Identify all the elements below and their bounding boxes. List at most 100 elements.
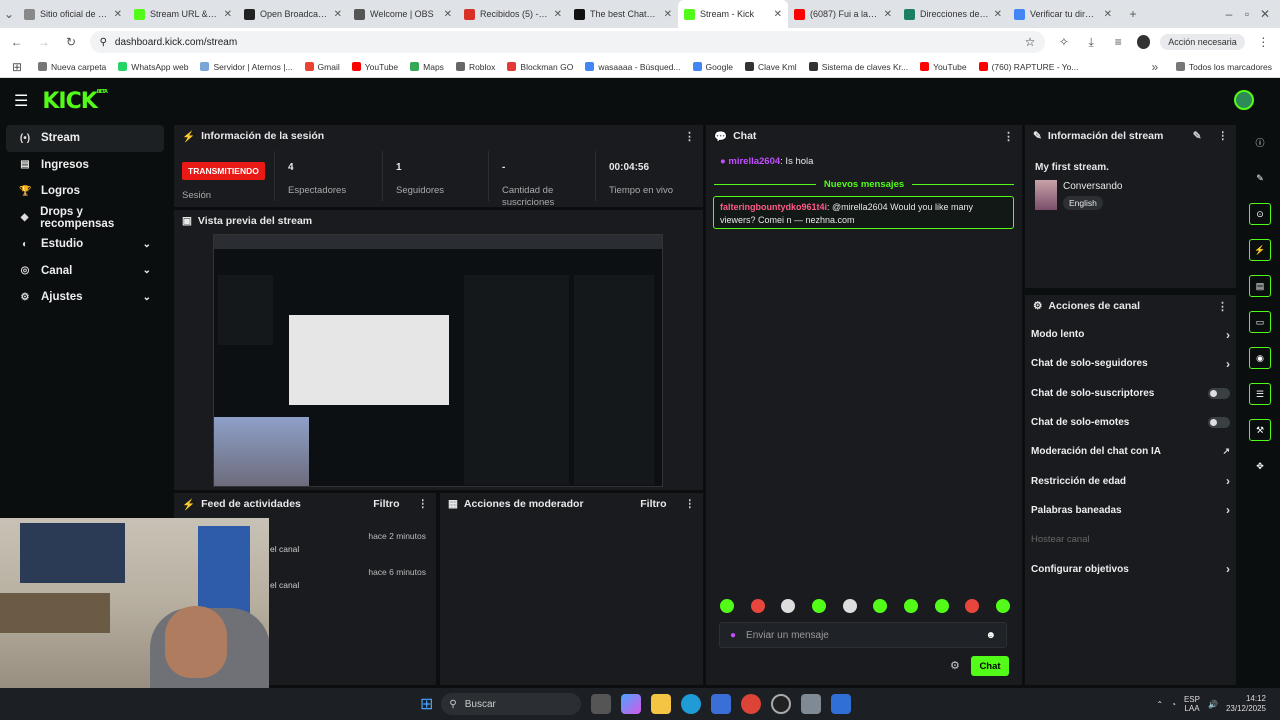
menu-icon[interactable]: ⋮ [1255, 35, 1272, 49]
more-options-icon[interactable]: ⋮ [685, 498, 696, 510]
channel-action-row[interactable]: Chat de solo-suscriptores [1025, 379, 1236, 408]
bookmark-item[interactable]: Maps [410, 62, 444, 72]
puzzle-icon[interactable]: ✥ [1249, 455, 1271, 477]
chat-icon[interactable]: ▭ [1249, 311, 1271, 333]
more-options-icon[interactable]: ⋮ [418, 498, 429, 510]
sidebar-item-logros[interactable]: 🏆 Logros [6, 178, 164, 205]
emote-icon[interactable] [842, 599, 857, 613]
stack-icon[interactable]: ☰ [1249, 383, 1271, 405]
bookmark-item[interactable]: YouTube [351, 62, 398, 72]
browser-tab[interactable]: The best ChatBot ✕ [568, 0, 678, 28]
bookmark-item[interactable]: Clave Kml [744, 62, 797, 72]
clipboard-icon[interactable]: ▤ [1249, 275, 1271, 297]
emote-icon[interactable] [965, 599, 980, 613]
sidebar-item-stream[interactable]: (•) Stream [6, 125, 164, 152]
tray-chevron-icon[interactable]: ⌃ [1156, 700, 1163, 709]
maximize-icon[interactable]: ▫ [1238, 7, 1256, 21]
chrome-icon[interactable] [741, 694, 762, 714]
category-name[interactable]: Conversando [1063, 181, 1122, 192]
info-icon[interactable]: ⓘ [1249, 131, 1271, 153]
toggle-switch[interactable] [1208, 387, 1230, 399]
more-options-icon[interactable]: ⋮ [1003, 130, 1014, 143]
stream-preview-video[interactable] [213, 234, 663, 487]
send-chat-button[interactable]: Chat [971, 656, 1009, 676]
clock[interactable]: 14:12 23/12/2025 [1226, 694, 1266, 714]
close-tab-icon[interactable]: ✕ [884, 9, 892, 20]
browser-tab[interactable]: Sitio oficial de Pla ✕ [18, 0, 128, 28]
action-required-button[interactable]: Acción necesaria [1160, 34, 1245, 50]
channel-action-row[interactable]: Chat de solo-seguidores › [1025, 349, 1236, 378]
emote-icon[interactable] [750, 599, 765, 613]
browser-tab[interactable]: Verificar tu direcc ✕ [1008, 0, 1118, 28]
browser-tab[interactable]: Welcome | OBS ✕ [348, 0, 458, 28]
volume-icon[interactable]: 🔊 [1208, 700, 1218, 709]
emote-icon[interactable] [720, 599, 734, 613]
browser-tab[interactable]: Stream - Kick ✕ [678, 0, 788, 28]
close-tab-icon[interactable]: ✕ [114, 9, 122, 20]
close-tab-icon[interactable]: ✕ [1104, 9, 1112, 20]
new-tab-icon[interactable]: + [1124, 7, 1142, 21]
browser-tab[interactable]: (6087) Fui a la Ci ✕ [788, 0, 898, 28]
bookmark-item[interactable]: wasaaaa - Búsqued... [585, 62, 681, 72]
bookmark-item[interactable]: Nueva carpeta [38, 62, 106, 72]
back-icon[interactable]: ← [8, 35, 25, 49]
sidebar-item-ajustes[interactable]: ⚙ Ajustes ⌄ [6, 284, 164, 311]
more-options-icon[interactable]: ⋮ [1217, 300, 1228, 313]
bookmark-item[interactable]: WhatsApp web [118, 62, 188, 72]
channel-action-row[interactable]: Restricción de edad › [1025, 466, 1236, 495]
filter-button[interactable]: Filtro [640, 498, 666, 510]
edit-icon[interactable]: ✎ [1249, 167, 1271, 189]
task-view-icon[interactable] [591, 694, 612, 714]
broadcast-icon[interactable]: ◉ [1249, 347, 1271, 369]
emote-icon[interactable] [873, 599, 888, 613]
emote-icon[interactable] [903, 599, 918, 613]
user-avatar[interactable] [1234, 90, 1254, 110]
copilot-icon[interactable] [621, 694, 642, 714]
file-explorer-icon[interactable] [651, 694, 672, 714]
bookmark-item[interactable]: Google [692, 62, 733, 72]
close-tab-icon[interactable]: ✕ [444, 9, 452, 20]
language-indicator[interactable]: ESP LAA [1184, 695, 1200, 713]
channel-action-row[interactable]: Chat de solo-emotes [1025, 408, 1236, 437]
clip-icon[interactable]: ⊙ [1249, 203, 1271, 225]
channel-action-row[interactable]: Modo lento › [1025, 320, 1236, 349]
bookmark-item[interactable]: Gmail [304, 62, 340, 72]
bookmark-item[interactable]: Servidor | Aternos |... [200, 62, 293, 72]
download-icon[interactable]: ⤓ [1083, 35, 1100, 50]
emote-icon[interactable] [934, 599, 949, 613]
chat-username[interactable]: falteringbountydko961t4i [720, 202, 827, 212]
close-tab-icon[interactable]: ✕ [774, 9, 782, 20]
extensions-icon[interactable]: ✧ [1055, 35, 1072, 49]
browser-tab[interactable]: Direcciones de co ✕ [898, 0, 1008, 28]
sidebar-item-estudio[interactable]: ◐ Estudio ⌄ [6, 231, 164, 258]
bookmark-item[interactable]: Roblox [455, 62, 495, 72]
channel-action-row[interactable]: Moderación del chat con IA ↗ [1025, 437, 1236, 466]
chat-input[interactable]: ● Enviar un mensaje ☻ [719, 622, 1007, 648]
more-options-icon[interactable]: ⋮ [684, 130, 695, 143]
close-tab-icon[interactable]: ✕ [554, 9, 562, 20]
site-info-icon[interactable]: ⚲ [100, 37, 107, 48]
store-icon[interactable] [711, 694, 732, 714]
kick-logo[interactable]: KICKBETA [42, 89, 108, 114]
bookmark-star-icon[interactable]: ☆ [1025, 35, 1036, 49]
sidebar-item-canal[interactable]: ◎ Canal ⌄ [6, 258, 164, 285]
tab-search-icon[interactable]: ⌄ [0, 7, 18, 21]
emote-icon[interactable] [781, 599, 796, 613]
bookmark-item[interactable]: (760) RAPTURE - Yo... [978, 62, 1078, 72]
more-options-icon[interactable]: ⋮ [1218, 130, 1229, 142]
chat-username[interactable]: mirella2604 [728, 156, 780, 167]
emoji-icon[interactable]: ☻ [985, 630, 996, 641]
wifi-icon[interactable]: ◔ [1171, 700, 1176, 709]
bookmark-item[interactable]: YouTube [920, 62, 967, 72]
edit-icon[interactable]: ✎ [1193, 130, 1202, 142]
bookmark-item[interactable]: Sistema de claves Kr... [808, 62, 908, 72]
media-icon[interactable]: ≡ [1110, 35, 1127, 49]
browser-tab[interactable]: Recibidos (5) - bra ✕ [458, 0, 568, 28]
channel-action-row[interactable]: Configurar objetivos › [1025, 554, 1236, 583]
hamburger-menu-icon[interactable]: ☰ [14, 91, 28, 111]
more-bookmarks-icon[interactable]: » [1146, 60, 1164, 74]
browser-tab[interactable]: Stream URL & Ke ✕ [128, 0, 238, 28]
minimize-icon[interactable]: – [1220, 7, 1238, 21]
emote-icon[interactable] [995, 599, 1010, 613]
address-bar[interactable]: ⚲ dashboard.kick.com/stream ☆ [89, 31, 1046, 53]
